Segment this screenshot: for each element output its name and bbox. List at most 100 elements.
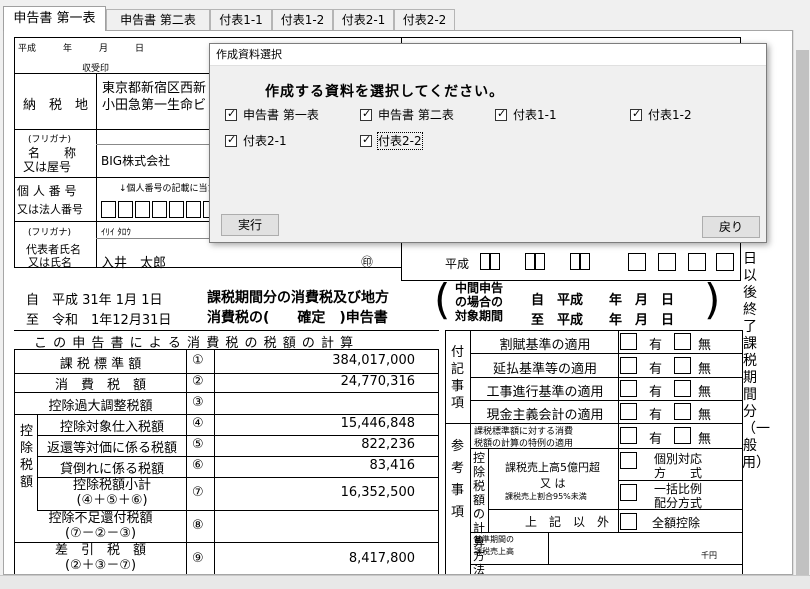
date-box[interactable] [525,253,535,270]
calc-row-number: ⑨ [192,551,204,566]
calc-row-value[interactable]: 16,352,500 [215,485,415,500]
ref-special-yes-check[interactable] [620,427,637,444]
period-to: 至 令和 1年12月31日 [26,313,172,328]
check-icon: ✓ [362,107,372,120]
calc-row-label: 控除不足還付税額 (⑦－②－③) [15,511,186,541]
address-line-2: 小田急第一生命ビ [102,98,207,113]
date-box[interactable] [490,253,500,270]
calc-row-label-formula: (④＋⑤＋⑥) [76,493,148,508]
date-box[interactable] [480,253,490,270]
number-digit-box[interactable] [135,201,150,218]
tab-appendix-2-2[interactable]: 付表2-2 [394,9,455,31]
calc-row-number: ⑦ [192,485,204,500]
reference-vertical-label: 参考事項 [451,439,465,520]
number-digit-box[interactable] [152,201,167,218]
option-label: 付表1-2 [648,108,692,122]
note-yes-check[interactable] [620,403,637,420]
option-label: 付表2-1 [243,134,287,148]
full-deduct-check[interactable] [620,513,637,530]
individual-method-2: 方 式 [654,466,703,480]
note-yes-check[interactable] [620,357,637,374]
option-label: 付表1-1 [513,108,557,122]
ref-special-no-check[interactable] [674,427,691,444]
calc-row-value[interactable]: 83,416 [215,458,416,473]
checkbox[interactable]: ✓ [360,133,372,147]
over-500m-line-3: 課税売上割合95%未満 [505,492,587,501]
bottom-bar [0,575,810,589]
note-yes: 有 [649,408,663,423]
over-500m-line-1: 課税売上高5億円超 [505,461,600,474]
number-digit-box[interactable] [169,201,184,218]
tab-form-1[interactable]: 申告書 第一表 [3,6,106,31]
calc-row-number: ③ [192,395,204,410]
other-label: 上 記 以 外 [525,515,610,529]
tab-appendix-2-1[interactable]: 付表2-1 [333,9,394,31]
calc-row-number: ② [192,374,204,389]
interim-from: 自 平成 年 月 日 [531,293,675,308]
check-icon: ✓ [362,133,372,146]
note-yes-check[interactable] [620,333,637,350]
note-no-check[interactable] [674,357,691,374]
rep-furigana: ｲﾘｲ ﾀﾛｳ [101,228,131,238]
check-icon: ✓ [227,133,237,146]
deduction-vertical-label: 控除税額 [20,424,34,490]
calc-row-value[interactable]: 15,446,848 [215,416,415,431]
calc-row-number: ⑤ [192,437,204,452]
corporate-number-boxes[interactable] [101,201,320,218]
calc-row-label-main: 控除税額小計 [72,478,151,493]
date-box[interactable] [570,253,580,270]
calc-row-number: ⑧ [192,518,204,533]
note-no-check[interactable] [674,380,691,397]
notes-vertical-label: 付記事項 [451,345,465,411]
note-yes: 有 [649,338,663,353]
form-title-line-1: 課税期間分の消費税及び地方 [207,290,389,306]
check-box[interactable] [658,253,676,271]
calc-row-value[interactable]: 8,417,800 [215,551,415,566]
note-no-check[interactable] [674,333,691,350]
number-digit-box[interactable] [118,201,133,218]
address-label: 納 税 地 [23,98,89,113]
scroll-thumb[interactable] [796,50,809,589]
check-box[interactable] [688,253,706,271]
calc-row-number: ⑥ [192,458,204,473]
checkbox[interactable]: ✓ [225,107,237,121]
calc-row-label: 課 税 標 準 額 [59,357,142,372]
vertical-scrollbar[interactable] [793,30,810,589]
check-box[interactable] [716,253,734,271]
lump-method-check[interactable] [620,484,637,501]
interim-label-1: 中間申告 [455,281,504,295]
checkbox[interactable]: ✓ [495,107,507,121]
side-vertical-text: 日以後終了課税期間分（一般用） [742,251,770,471]
calc-row-label: 控除過大調整税額 [48,399,153,414]
tab-appendix-1-2[interactable]: 付表1-2 [272,9,333,31]
checkbox[interactable]: ✓ [630,107,642,121]
note-yes-check[interactable] [620,380,637,397]
date-box[interactable] [580,253,590,270]
note-no: 無 [698,408,712,423]
calc-row-value[interactable]: 384,017,000 [215,353,415,368]
interim-to: 至 平成 年 月 日 [531,313,675,328]
checkbox[interactable]: ✓ [225,133,237,147]
check-icon: ✓ [497,107,507,120]
calc-row-value[interactable]: 822,236 [215,437,415,452]
date-box[interactable] [535,253,545,270]
note-no: 無 [698,362,712,377]
calc-row-label: 控除税額小計 (④＋⑤＋⑥) [38,478,186,508]
number-digit-box[interactable] [101,201,116,218]
check-box[interactable] [628,253,646,271]
back-button[interactable]: 戻り [702,216,760,238]
dialog-instruction: 作成する資料を選択してください。 [265,84,505,100]
option-label: 申告書 第二表 [378,108,454,122]
tab-appendix-1-1[interactable]: 付表1-1 [210,9,272,31]
checkbox[interactable]: ✓ [360,107,372,121]
note-no: 無 [698,338,712,353]
calc-row-value[interactable]: 24,770,316 [215,374,415,389]
execute-button[interactable]: 実行 [221,214,279,236]
app-window: 申告書 第一表 申告書 第二表 付表1-1 付表1-2 付表2-1 付表2-2 … [0,0,810,589]
tab-form-2[interactable]: 申告書 第二表 [106,9,210,31]
individual-method-check[interactable] [620,452,637,469]
number-digit-box[interactable] [186,201,201,218]
calc-row-label-formula: (②＋③－⑦) [64,558,137,573]
note-no-check[interactable] [674,403,691,420]
right-paren: ) [704,275,721,324]
